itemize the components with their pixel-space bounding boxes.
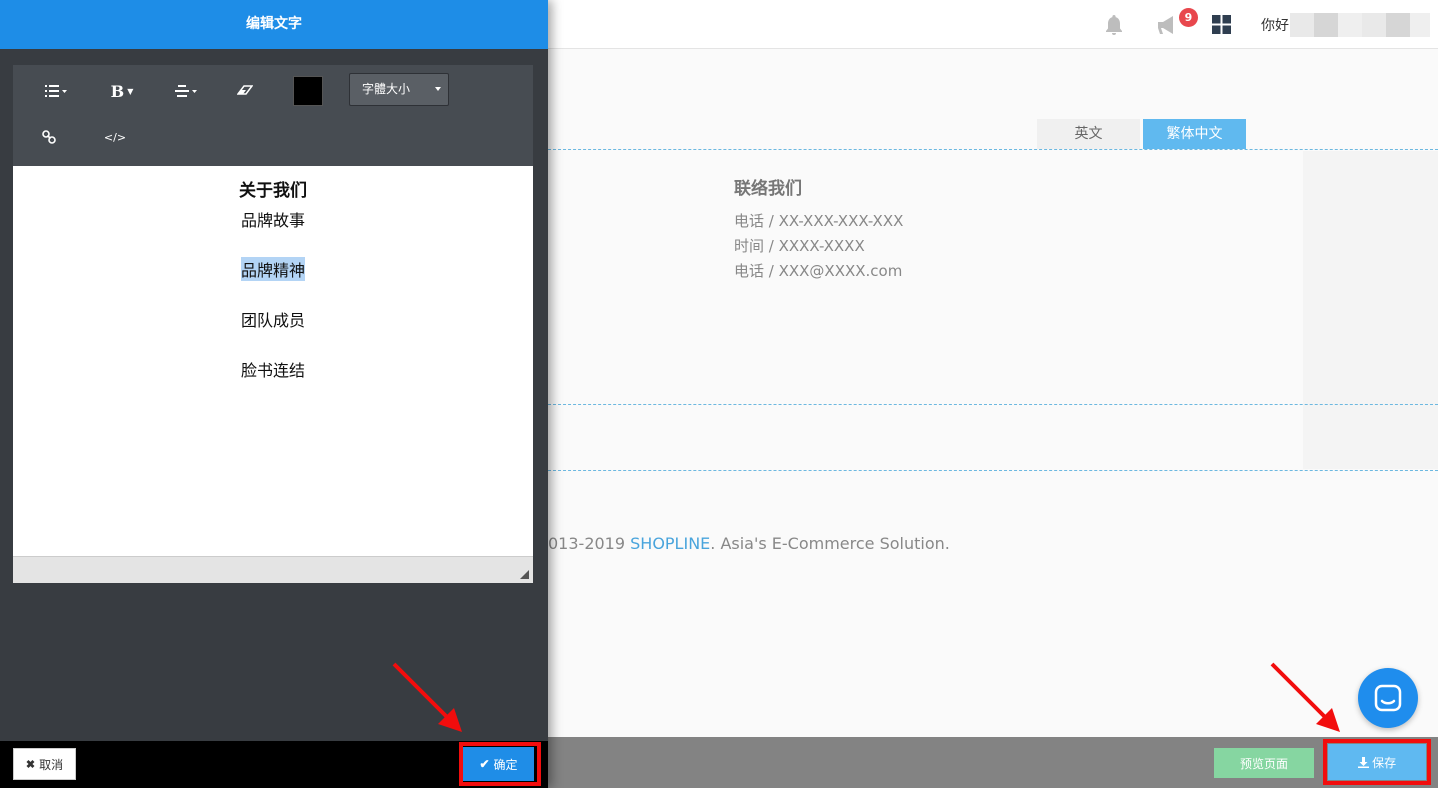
cancel-label: 取消 bbox=[39, 757, 64, 772]
apps-grid-icon[interactable] bbox=[1212, 15, 1231, 34]
content-section[interactable] bbox=[548, 151, 1303, 469]
rich-text-editor[interactable]: 关于我们 品牌故事 品牌精神 团队成员 脸书连结 bbox=[13, 166, 533, 556]
font-size-dropdown[interactable]: 字體大小 bbox=[349, 73, 449, 106]
section-divider bbox=[548, 149, 1438, 150]
editor-line-selected[interactable]: 品牌精神 bbox=[241, 257, 306, 281]
chevron-down-icon bbox=[435, 87, 441, 91]
eraser-icon bbox=[237, 85, 253, 95]
link-button[interactable] bbox=[39, 126, 59, 148]
cancel-button[interactable]: ✖ 取消 bbox=[13, 748, 76, 780]
greeting-text: 你好 bbox=[1261, 18, 1289, 34]
bell-icon[interactable] bbox=[1102, 13, 1126, 37]
code-view-button[interactable]: </> bbox=[103, 126, 127, 148]
footer-copyright: 013-2019 SHOPLINE. Asia's E-Commerce Sol… bbox=[548, 534, 950, 553]
editor-line[interactable]: 团队成员 bbox=[241, 307, 305, 331]
list-dropdown-button[interactable] bbox=[39, 79, 73, 103]
notification-badge: 9 bbox=[1179, 8, 1198, 27]
content-section-side bbox=[1303, 151, 1438, 469]
contact-line: 电话 / XX-XXX-XXX-XXX bbox=[734, 212, 904, 230]
editor-line[interactable]: 脸书连结 bbox=[241, 357, 305, 381]
arrow-to-confirm-icon bbox=[392, 662, 462, 732]
editor-heading[interactable]: 关于我们 bbox=[13, 176, 533, 201]
section-divider bbox=[548, 470, 1438, 471]
chat-icon bbox=[1374, 684, 1402, 712]
tab-english[interactable]: 英文 bbox=[1037, 119, 1140, 149]
footer-brand-link[interactable]: SHOPLINE bbox=[630, 534, 710, 553]
chat-support-button[interactable] bbox=[1358, 668, 1418, 728]
contact-title: 联络我们 bbox=[734, 179, 802, 199]
text-color-swatch[interactable] bbox=[293, 76, 323, 106]
editor-toolbar: B ▼ 字體大小 </> bbox=[13, 65, 533, 166]
confirm-highlight-box bbox=[459, 742, 541, 786]
section-divider bbox=[548, 404, 1438, 405]
footer-suffix: . Asia's E-Commerce Solution. bbox=[710, 534, 950, 553]
footer-prefix: 013-2019 bbox=[548, 534, 631, 553]
username-redacted[interactable] bbox=[1290, 13, 1430, 37]
bold-label: B bbox=[110, 81, 125, 101]
save-highlight-box bbox=[1323, 739, 1431, 785]
eraser-button[interactable] bbox=[233, 79, 257, 103]
panel-title: 编辑文字 bbox=[0, 0, 548, 49]
editor-statusbar bbox=[13, 556, 533, 583]
editor-line[interactable]: 品牌故事 bbox=[241, 207, 305, 231]
list-icon bbox=[45, 85, 67, 97]
align-center-icon bbox=[175, 85, 197, 97]
font-size-label: 字體大小 bbox=[362, 82, 411, 96]
resize-handle-icon[interactable] bbox=[520, 570, 529, 579]
bold-button[interactable]: B ▼ bbox=[105, 79, 139, 103]
contact-line: 时间 / XXXX-XXXX bbox=[734, 237, 865, 255]
edit-text-panel: 编辑文字 B ▼ 字體大小 </> 关于我们 品牌故事 品牌精神 团队成员 脸书连… bbox=[0, 0, 548, 788]
link-icon bbox=[42, 130, 56, 144]
preview-page-button[interactable]: 预览页面 bbox=[1214, 748, 1314, 778]
contact-line: 电话 / XXX@XXXX.com bbox=[734, 262, 903, 280]
contact-block[interactable]: 联络我们 电话 / XX-XXX-XXX-XXX 时间 / XXXX-XXXX … bbox=[734, 174, 903, 284]
language-tabs: 英文 繁体中文 bbox=[1037, 119, 1249, 149]
arrow-to-save-icon bbox=[1270, 662, 1340, 732]
close-icon: ✖ bbox=[25, 758, 36, 771]
align-dropdown-button[interactable] bbox=[169, 79, 203, 103]
tab-traditional-chinese[interactable]: 繁体中文 bbox=[1143, 119, 1246, 149]
